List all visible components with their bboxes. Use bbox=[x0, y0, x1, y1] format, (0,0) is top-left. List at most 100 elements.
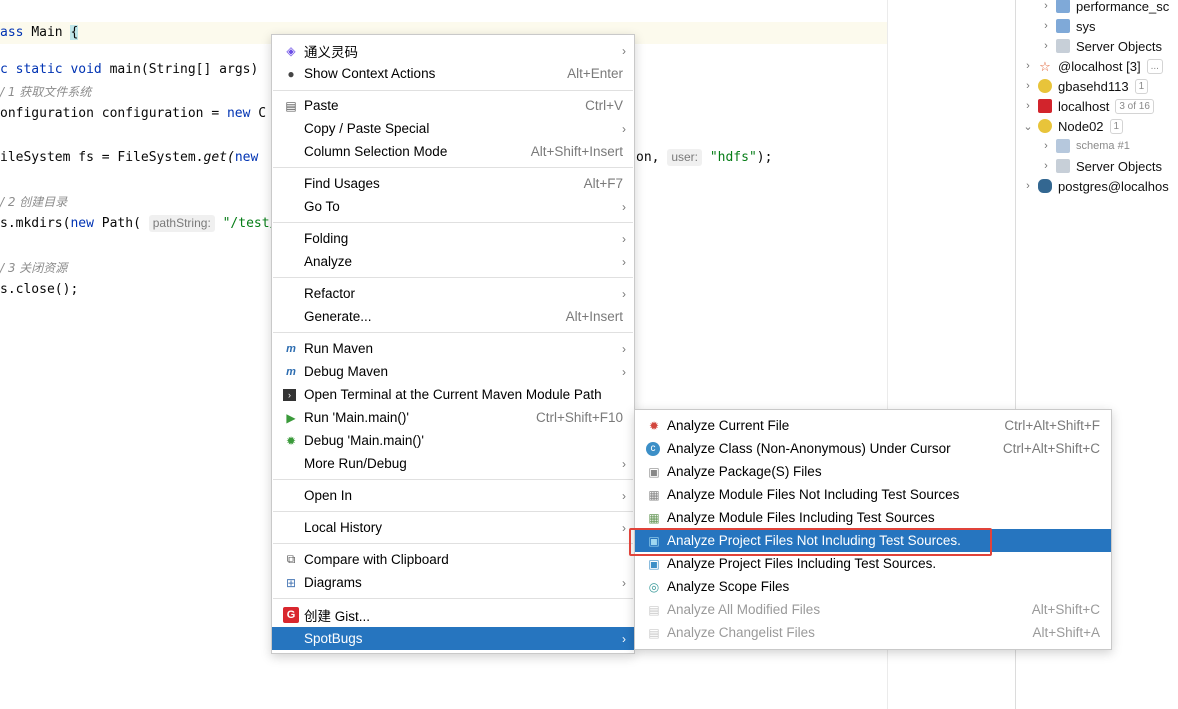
chevron-right-icon[interactable]: › bbox=[1040, 0, 1052, 12]
maven-run-icon: m bbox=[286, 342, 296, 355]
menu-item-go-to[interactable]: Go To › bbox=[272, 195, 634, 218]
menu-item-diagrams[interactable]: ⊞ Diagrams › bbox=[272, 571, 634, 594]
menu-item-spotbugs[interactable]: SpotBugs › bbox=[272, 627, 634, 650]
chevron-right-icon: › bbox=[622, 199, 626, 214]
tree-item-server-objects[interactable]: › Server Objects bbox=[1040, 36, 1162, 56]
submenu-item-analyze-package[interactable]: ▣ Analyze Package(S) Files bbox=[635, 460, 1111, 483]
chevron-right-icon[interactable]: › bbox=[1022, 80, 1034, 92]
tree-item-schema-1[interactable]: › schema #1 bbox=[1040, 136, 1130, 156]
package-icon: ▣ bbox=[648, 464, 660, 479]
menu-separator bbox=[273, 90, 633, 91]
menu-item-find-usages[interactable]: Find Usages Alt+F7 bbox=[272, 172, 634, 195]
submenu-item-all-modified[interactable]: ▤ Analyze All Modified Files Alt+Shift+C bbox=[635, 598, 1111, 621]
code-line-9[interactable]: s.close(); bbox=[0, 279, 78, 301]
tree-item-node02[interactable]: ⌄ Node02 1 bbox=[1022, 116, 1124, 136]
menu-item-tongyi[interactable]: ◈ 通义灵码 › bbox=[272, 39, 634, 62]
submenu-item-module-with-tests[interactable]: ▦ Analyze Module Files Including Test So… bbox=[635, 506, 1111, 529]
schema-icon bbox=[1056, 19, 1070, 33]
chevron-right-icon: › bbox=[622, 631, 626, 646]
module-icon: ▦ bbox=[648, 487, 660, 502]
code-line-6[interactable]: / 2 创建目录 bbox=[0, 191, 67, 214]
param-hint-user: user: bbox=[667, 149, 702, 166]
chevron-right-icon: › bbox=[622, 43, 626, 58]
menu-item-paste[interactable]: ▤ Paste Ctrl+V bbox=[272, 94, 634, 117]
chevron-right-icon[interactable]: › bbox=[1022, 60, 1034, 72]
submenu-item-project-no-tests[interactable]: ▣ Analyze Project Files Not Including Te… bbox=[635, 529, 1111, 552]
menu-item-analyze[interactable]: Analyze › bbox=[272, 250, 634, 273]
menu-item-run-main[interactable]: ▶ Run 'Main.main()' Ctrl+Shift+F10 bbox=[272, 406, 634, 429]
tree-item-performance-schema[interactable]: › performance_sc bbox=[1040, 0, 1169, 16]
chevron-right-icon[interactable]: › bbox=[1022, 180, 1034, 192]
debug-icon: ✹ bbox=[285, 433, 297, 448]
code-line-3[interactable]: / 1 获取文件系统 bbox=[0, 81, 91, 104]
redis-datasource-icon bbox=[1038, 99, 1052, 113]
code-line-4[interactable]: onfiguration configuration = new C bbox=[0, 103, 266, 125]
submenu-item-scope-files[interactable]: ◎ Analyze Scope Files bbox=[635, 575, 1111, 598]
submenu-item-changelist[interactable]: ▤ Analyze Changelist Files Alt+Shift+A bbox=[635, 621, 1111, 644]
menu-item-more-run-debug[interactable]: More Run/Debug › bbox=[272, 452, 634, 475]
menu-item-folding[interactable]: Folding › bbox=[272, 227, 634, 250]
chevron-right-icon[interactable]: › bbox=[1040, 140, 1052, 152]
folder-icon bbox=[1056, 39, 1070, 53]
code-line-2[interactable]: c static void main(String[] args) bbox=[0, 59, 258, 81]
menu-item-local-history[interactable]: Local History › bbox=[272, 516, 634, 539]
chevron-right-icon: › bbox=[622, 254, 626, 269]
spotbugs-submenu: ✹ Analyze Current File Ctrl+Alt+Shift+F c… bbox=[634, 409, 1112, 650]
submenu-item-project-with-tests[interactable]: ▣ Analyze Project Files Including Test S… bbox=[635, 552, 1111, 575]
submenu-item-analyze-current-file[interactable]: ✹ Analyze Current File Ctrl+Alt+Shift+F bbox=[635, 414, 1111, 437]
menu-item-run-maven[interactable]: m Run Maven › bbox=[272, 337, 634, 360]
tree-item-postgres[interactable]: › postgres@localhos bbox=[1022, 176, 1169, 196]
chevron-right-icon: › bbox=[622, 520, 626, 535]
tree-item-gbasehd113[interactable]: › gbasehd113 1 bbox=[1022, 76, 1149, 96]
hive-datasource-icon bbox=[1038, 79, 1052, 93]
code-line-7[interactable]: s.mkdirs(new Path( pathString: "/test/ bbox=[0, 213, 277, 235]
chevron-right-icon: › bbox=[622, 286, 626, 301]
chevron-right-icon: › bbox=[622, 121, 626, 136]
tree-item-localhost-3[interactable]: › ☆ @localhost [3] ... bbox=[1022, 56, 1163, 76]
tree-item-localhost[interactable]: › localhost 3 of 16 bbox=[1022, 96, 1154, 116]
menu-item-debug-main[interactable]: ✹ Debug 'Main.main()' bbox=[272, 429, 634, 452]
code-line-5-tail[interactable]: on, user: "hdfs"); bbox=[636, 147, 772, 169]
code-line-5[interactable]: ileSystem fs = FileSystem.get(new bbox=[0, 147, 258, 169]
menu-separator bbox=[273, 511, 633, 512]
menu-item-open-in[interactable]: Open In › bbox=[272, 484, 634, 507]
diagram-icon: ⊞ bbox=[285, 575, 297, 590]
chevron-right-icon: › bbox=[622, 575, 626, 590]
menu-item-copy-paste-special[interactable]: Copy / Paste Special › bbox=[272, 117, 634, 140]
hive-datasource-icon bbox=[1038, 119, 1052, 133]
scope-icon: ◎ bbox=[648, 579, 660, 594]
run-icon: ▶ bbox=[286, 410, 296, 425]
changelist-icon: ▤ bbox=[648, 625, 660, 640]
project-icon: ▣ bbox=[648, 533, 660, 548]
chevron-right-icon[interactable]: › bbox=[1022, 100, 1034, 112]
class-icon: c bbox=[646, 441, 660, 456]
chevron-right-icon[interactable]: › bbox=[1040, 20, 1052, 32]
chevron-down-icon[interactable]: ⌄ bbox=[1022, 120, 1034, 133]
menu-item-debug-maven[interactable]: m Debug Maven › bbox=[272, 360, 634, 383]
menu-separator bbox=[273, 277, 633, 278]
tree-item-sys[interactable]: › sys bbox=[1040, 16, 1095, 36]
code-line-1[interactable]: ass Main { bbox=[0, 22, 79, 44]
submenu-item-analyze-class[interactable]: c Analyze Class (Non-Anonymous) Under Cu… bbox=[635, 437, 1111, 460]
menu-item-generate[interactable]: Generate... Alt+Insert bbox=[272, 305, 634, 328]
gist-icon: G bbox=[283, 606, 299, 623]
menu-separator bbox=[273, 167, 633, 168]
schema-icon bbox=[1056, 139, 1070, 153]
menu-item-column-selection-mode[interactable]: Column Selection Mode Alt+Shift+Insert bbox=[272, 140, 634, 163]
menu-item-create-gist[interactable]: G 创建 Gist... bbox=[272, 603, 634, 626]
menu-item-show-context-actions[interactable]: ● Show Context Actions Alt+Enter bbox=[272, 62, 634, 85]
code-line-8[interactable]: / 3 关闭资源 bbox=[0, 257, 67, 280]
chevron-right-icon[interactable]: › bbox=[1040, 40, 1052, 52]
menu-item-compare-clipboard[interactable]: ⧉ Compare with Clipboard bbox=[272, 548, 634, 571]
chevron-right-icon: › bbox=[622, 488, 626, 503]
menu-item-refactor[interactable]: Refactor › bbox=[272, 282, 634, 305]
tree-item-server-objects-2[interactable]: › Server Objects bbox=[1040, 156, 1162, 176]
postgres-datasource-icon bbox=[1038, 179, 1052, 193]
submenu-item-module-no-tests[interactable]: ▦ Analyze Module Files Not Including Tes… bbox=[635, 483, 1111, 506]
param-hint-pathstring: pathString: bbox=[148, 215, 215, 232]
menu-item-open-terminal-maven[interactable]: › Open Terminal at the Current Maven Mod… bbox=[272, 383, 634, 406]
terminal-icon: › bbox=[283, 388, 296, 401]
chevron-right-icon[interactable]: › bbox=[1040, 160, 1052, 172]
chevron-right-icon: › bbox=[622, 364, 626, 379]
menu-separator bbox=[273, 543, 633, 544]
